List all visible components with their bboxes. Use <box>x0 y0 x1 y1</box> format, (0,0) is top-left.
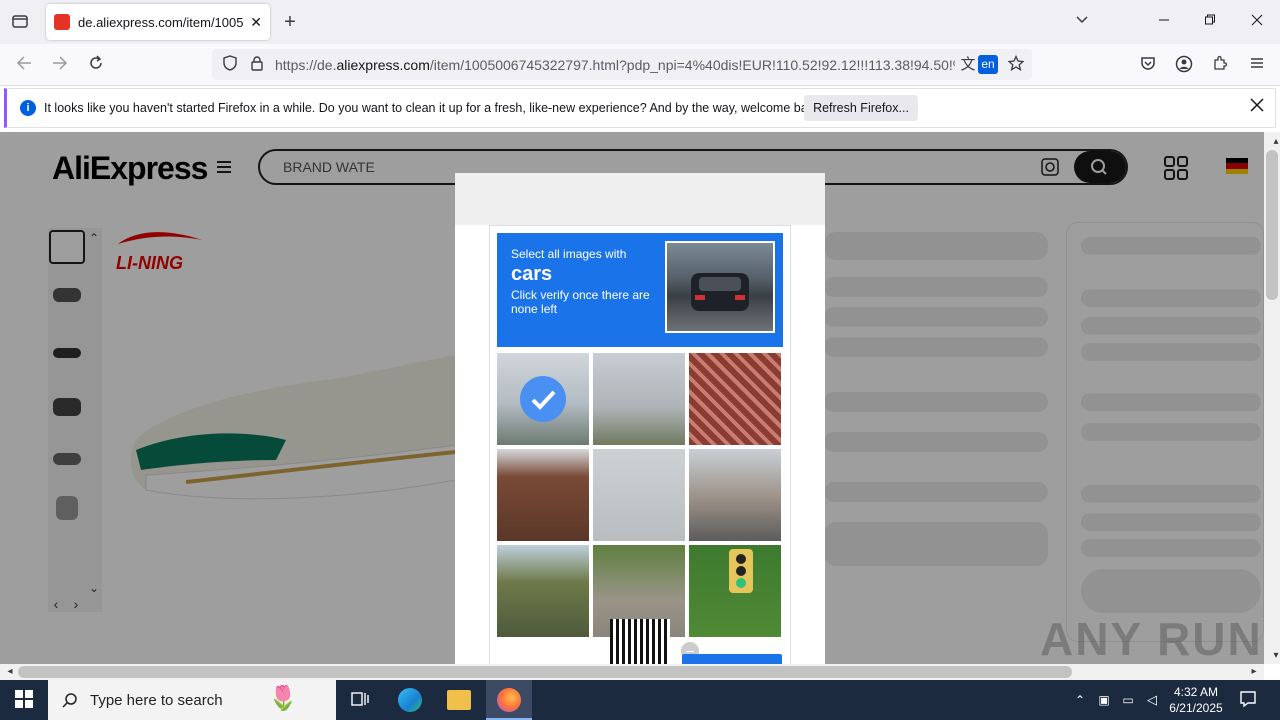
url-path: /item/1005006745322797.html?pdp_npi=4%40… <box>429 57 955 73</box>
qr-code-image <box>610 619 670 664</box>
bookmark-star-icon[interactable] <box>1006 54 1026 75</box>
search-glass-icon <box>62 693 77 708</box>
scroll-up-icon[interactable]: ▴ <box>1266 132 1280 152</box>
vertical-scrollbar[interactable]: ▴ ▾ <box>1264 132 1280 664</box>
extensions-icon[interactable] <box>1210 55 1230 75</box>
captcha-top-bar <box>455 173 825 225</box>
back-icon[interactable] <box>14 55 34 75</box>
account-icon[interactable] <box>1174 55 1194 75</box>
windows-start-icon[interactable] <box>14 690 34 710</box>
scroll-down-icon[interactable]: ▾ <box>1266 646 1280 666</box>
scroll-left-icon[interactable]: ◂ <box>0 662 20 682</box>
captcha-tile-7[interactable] <box>497 545 589 637</box>
firefox-icon <box>497 688 521 712</box>
captcha-keyword: cars <box>511 263 553 285</box>
captcha-modal: Select all images with cars Click verify… <box>455 173 825 664</box>
tray-chevron-up-icon[interactable]: ⌃ <box>1070 690 1090 710</box>
anyrun-watermark: ANY RUN <box>1040 613 1263 665</box>
minimize-icon[interactable] <box>1154 12 1174 32</box>
close-tab-icon[interactable]: ✕ <box>250 14 262 31</box>
network-icon[interactable]: ▭ <box>1118 690 1138 710</box>
url-prefix: https://de. <box>275 57 337 73</box>
menu-icon[interactable] <box>1247 55 1267 75</box>
search-highlight-flowers-icon: 🌷 <box>268 685 298 712</box>
captcha-tile-4[interactable] <box>497 449 589 541</box>
captcha-tile-6[interactable] <box>689 449 781 541</box>
captcha-tile-2[interactable] <box>593 353 685 445</box>
verify-button[interactable] <box>682 654 782 664</box>
lock-icon[interactable] <box>247 55 267 75</box>
refresh-firefox-button[interactable]: Refresh Firefox... <box>804 95 918 121</box>
captcha-line1: Select all images with <box>511 247 627 261</box>
edge-icon[interactable] <box>398 688 422 712</box>
notification-center-icon[interactable] <box>1238 690 1258 710</box>
sample-car-image <box>665 241 775 333</box>
shield-icon[interactable] <box>220 55 240 75</box>
volume-icon[interactable]: ◁ <box>1142 690 1162 710</box>
clock-time: 4:32 AM <box>1173 685 1219 699</box>
pocket-icon[interactable] <box>1138 55 1158 75</box>
captcha-tile-3[interactable] <box>689 353 781 445</box>
translate-icon[interactable]: 文 <box>958 55 978 75</box>
language-badge[interactable]: en <box>978 55 998 74</box>
tray-device-icon[interactable]: ▣ <box>1094 690 1114 710</box>
file-explorer-icon[interactable] <box>447 690 471 710</box>
info-icon: i <box>20 100 36 116</box>
forward-icon[interactable] <box>50 55 70 75</box>
task-view-icon[interactable] <box>350 690 370 710</box>
taskbar-search-placeholder: Type here to search <box>90 691 223 709</box>
url-bar[interactable]: https://de.aliexpress.com/item/100500674… <box>212 49 1032 80</box>
new-tab-icon[interactable]: + <box>280 12 300 32</box>
clock-date: 6/21/2025 <box>1169 701 1223 715</box>
captcha-tile-1[interactable] <box>497 353 589 445</box>
aliexpress-favicon-icon <box>54 14 70 30</box>
tab-title: de.aliexpress.com/item/100500 <box>78 14 245 30</box>
captcha-line3: Click verify once there are none left <box>511 288 650 316</box>
captcha-instructions: Select all images with cars Click verify… <box>497 233 783 347</box>
vertical-scroll-thumb[interactable] <box>1266 150 1278 300</box>
close-window-icon[interactable] <box>1247 12 1267 32</box>
restore-icon[interactable] <box>1200 12 1220 32</box>
url-text[interactable]: https://de.aliexpress.com/item/100500674… <box>275 57 955 73</box>
tab-bar: de.aliexpress.com/item/100500 ✕ + <box>0 0 1280 44</box>
taskbar-search-box[interactable]: Type here to search 🌷 <box>48 680 336 720</box>
notification-message: It looks like you haven't started Firefo… <box>44 101 824 115</box>
list-all-tabs-icon[interactable] <box>10 12 30 32</box>
captcha-tile-5[interactable] <box>593 449 685 541</box>
firefox-refresh-notification: i It looks like you haven't started Fire… <box>4 88 1276 128</box>
active-tab[interactable]: de.aliexpress.com/item/100500 ✕ <box>46 4 270 40</box>
horizontal-scrollbar[interactable]: ◂ ▸ <box>0 664 1264 680</box>
horizontal-scroll-thumb[interactable] <box>18 666 1072 678</box>
reload-icon[interactable] <box>86 55 106 75</box>
captcha-tile-9[interactable] <box>689 545 781 637</box>
clock[interactable]: 4:32 AM 6/21/2025 <box>1166 684 1226 716</box>
checkmark-icon <box>520 376 566 422</box>
close-notification-icon[interactable] <box>1247 98 1267 118</box>
windows-taskbar: Type here to search 🌷 ⌃ ▣ ▭ ◁ 4:32 AM 6/… <box>0 680 1280 720</box>
chevron-down-icon[interactable] <box>1072 12 1092 32</box>
url-domain: aliexpress.com <box>336 57 430 73</box>
firefox-taskbar-item[interactable] <box>486 680 532 720</box>
